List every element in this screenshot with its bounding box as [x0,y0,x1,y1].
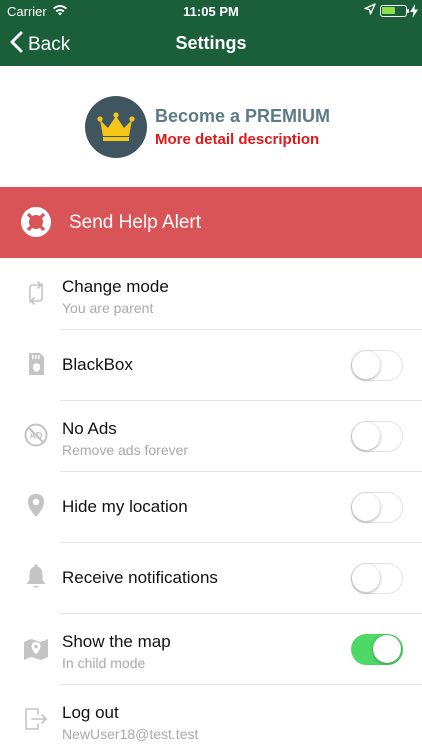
battery-fill [382,7,395,14]
crown-icon [97,112,135,141]
toggle-knob [352,422,380,450]
list-item-change-mode[interactable]: Change mode You are parent [0,258,422,330]
switch-arrows-icon [22,279,50,307]
battery-icon [380,5,407,17]
list-item-label: No Ads [62,419,117,438]
page-title: Settings [175,33,247,53]
list-item-label: Change mode [62,277,169,296]
list-item-sublabel: You are parent [62,300,154,316]
battery-tip [407,9,409,13]
sd-card-icon [22,350,50,378]
status-bar: Carrier 11:05 PM [0,0,422,22]
list-item-label: Show the map [62,632,171,651]
navigation-bar: Back Settings [0,22,422,66]
no-ads-toggle[interactable] [351,421,403,452]
blackbox-toggle[interactable] [351,350,403,381]
toggle-knob [352,493,380,521]
map-icon [22,634,50,662]
list-item-hide-location: Hide my location [0,471,422,543]
logout-icon [22,705,50,733]
list-item-blackbox: BlackBox [0,329,422,401]
settings-list: Change mode You are parent BlackBox AD N… [0,258,422,755]
notifications-toggle[interactable] [351,563,403,594]
toggle-knob [373,635,401,663]
list-item-sublabel: NewUser18@test.test [62,726,199,742]
list-item-label: Log out [62,703,119,722]
status-time: 11:05 PM [183,4,239,19]
charging-bolt-icon [410,4,418,21]
send-help-alert-label: Send Help Alert [69,212,202,233]
premium-avatar [85,96,147,158]
lifebuoy-icon [20,206,52,243]
location-arrow-icon [364,3,376,19]
list-item-show-map: Show the map In child mode [0,613,422,685]
list-item-sublabel: In child mode [62,655,146,671]
list-item-label: BlackBox [62,355,133,374]
bell-icon [22,563,50,591]
no-ads-icon: AD [22,421,50,449]
location-pin-icon [22,492,50,520]
toggle-knob [352,564,380,592]
list-item-no-ads: AD No Ads Remove ads forever [0,400,422,472]
toggle-knob [352,351,380,379]
premium-description: More detail description [155,131,320,148]
show-map-toggle[interactable] [351,634,403,665]
send-help-alert-button[interactable]: Send Help Alert [0,187,422,258]
hide-location-toggle[interactable] [351,492,403,523]
list-item-label: Receive notifications [62,568,218,587]
premium-banner[interactable]: Become a PREMIUM More detail description [0,66,422,187]
premium-title: Become a PREMIUM [155,106,331,126]
list-item-sublabel: Remove ads forever [62,442,189,458]
list-item-notifications: Receive notifications [0,542,422,614]
list-item-label: Hide my location [62,497,188,516]
list-item-log-out[interactable]: Log out NewUser18@test.test [0,684,422,755]
